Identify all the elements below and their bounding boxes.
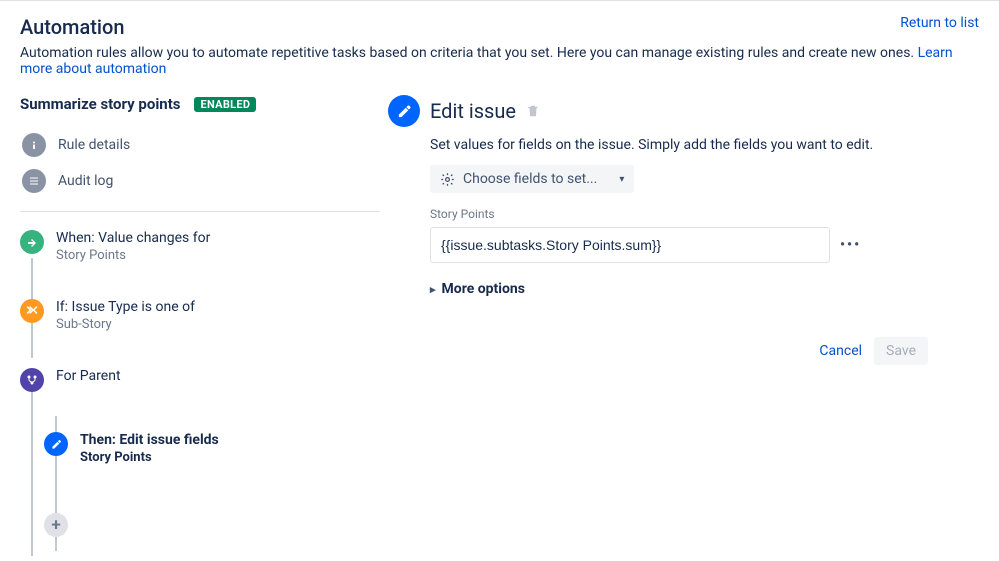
gear-icon xyxy=(440,172,455,187)
edit-icon xyxy=(388,95,420,127)
step-condition[interactable]: If: Issue Type is one of Sub-Story xyxy=(20,295,380,336)
step-branch[interactable]: For Parent xyxy=(20,364,380,396)
save-button: Save xyxy=(874,337,928,365)
chevron-down-icon: ▾ xyxy=(619,174,624,185)
add-step-button[interactable]: + xyxy=(44,497,380,541)
step-title: When: Value changes for xyxy=(56,230,210,246)
trigger-icon xyxy=(20,230,44,254)
branch-icon xyxy=(20,368,44,392)
rule-name: Summarize story points xyxy=(20,95,180,113)
choose-fields-button[interactable]: Choose fields to set... ▾ xyxy=(430,165,634,193)
step-title: For Parent xyxy=(56,368,121,384)
info-icon xyxy=(22,133,46,157)
sidebar-item-rule-details[interactable]: Rule details xyxy=(20,127,380,163)
field-more-button[interactable]: ••• xyxy=(836,233,865,257)
story-points-input[interactable] xyxy=(430,227,830,263)
return-to-list-link[interactable]: Return to list xyxy=(900,15,979,31)
field-label: Story Points xyxy=(430,207,902,221)
plus-icon: + xyxy=(44,513,68,537)
delete-button[interactable] xyxy=(526,104,540,118)
sidebar-item-audit-log[interactable]: Audit log xyxy=(20,163,380,199)
cancel-button[interactable]: Cancel xyxy=(819,343,862,359)
page-title: Automation xyxy=(20,15,125,39)
panel-title: Edit issue xyxy=(430,99,516,123)
sidebar-item-label: Rule details xyxy=(58,137,130,153)
step-detail: Sub-Story xyxy=(56,317,195,332)
more-options-toggle[interactable]: ▸ More options xyxy=(430,281,902,297)
more-options-label: More options xyxy=(442,281,525,297)
subhead-text: Automation rules allow you to automate r… xyxy=(20,45,918,61)
edit-icon xyxy=(44,432,68,456)
step-title: If: Issue Type is one of xyxy=(56,299,195,315)
chooser-label: Choose fields to set... xyxy=(463,171,597,187)
step-action[interactable]: Then: Edit issue fields Story Points xyxy=(44,416,380,469)
step-detail: Story Points xyxy=(56,248,210,263)
sidebar-item-label: Audit log xyxy=(58,173,113,189)
status-badge: ENABLED xyxy=(194,97,256,112)
condition-icon xyxy=(20,299,44,323)
step-detail: Story Points xyxy=(80,450,219,465)
step-trigger[interactable]: When: Value changes for Story Points xyxy=(20,226,380,267)
list-icon xyxy=(22,169,46,193)
chevron-right-icon: ▸ xyxy=(430,283,436,296)
page-subheading: Automation rules allow you to automate r… xyxy=(20,45,979,77)
step-title: Then: Edit issue fields xyxy=(80,432,219,448)
panel-description: Set values for fields on the issue. Simp… xyxy=(430,137,979,153)
